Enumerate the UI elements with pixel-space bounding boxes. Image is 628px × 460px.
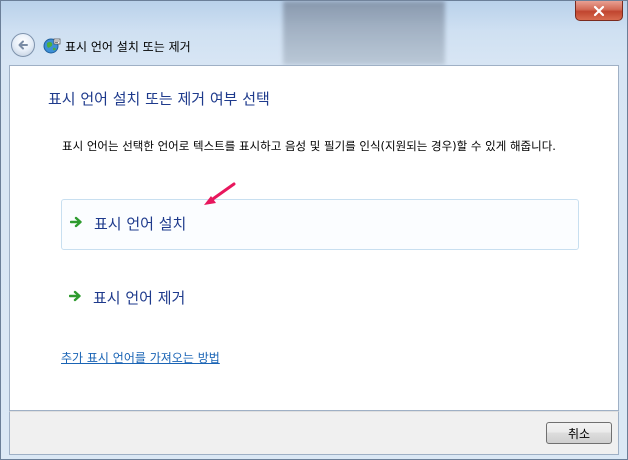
install-language-option[interactable]: 표시 언어 설치	[61, 199, 579, 250]
globe-icon	[43, 38, 61, 54]
titlebar-background-image	[283, 1, 445, 65]
help-link[interactable]: 추가 표시 언어를 가져오는 방법	[61, 349, 220, 366]
annotation-arrow-icon	[204, 182, 236, 205]
back-button[interactable]	[11, 33, 35, 57]
close-button[interactable]	[575, 1, 623, 21]
content-panel: 표시 언어 설치 또는 제거 여부 선택 표시 언어는 선택한 언어로 텍스트를…	[9, 65, 619, 411]
remove-language-label: 표시 언어 제거	[93, 289, 186, 307]
button-bar: 취소	[9, 411, 619, 455]
remove-language-option[interactable]: 표시 언어 제거	[61, 274, 579, 325]
dialog-window: 표시 언어 설치 또는 제거 표시 언어 설치 또는 제거 여부 선택 표시 언…	[0, 0, 628, 460]
window-title: 표시 언어 설치 또는 제거	[65, 40, 191, 54]
install-language-label: 표시 언어 설치	[94, 215, 187, 233]
description-text: 표시 언어는 선택한 언어로 텍스트를 표시하고 음성 및 필기를 인식(지원되…	[62, 139, 556, 153]
green-arrow-icon	[69, 290, 81, 302]
cancel-button[interactable]: 취소	[546, 422, 612, 444]
page-heading: 표시 언어 설치 또는 제거 여부 선택	[48, 90, 270, 108]
back-arrow-icon	[18, 40, 28, 50]
green-arrow-icon	[70, 216, 82, 228]
close-icon	[593, 5, 605, 16]
